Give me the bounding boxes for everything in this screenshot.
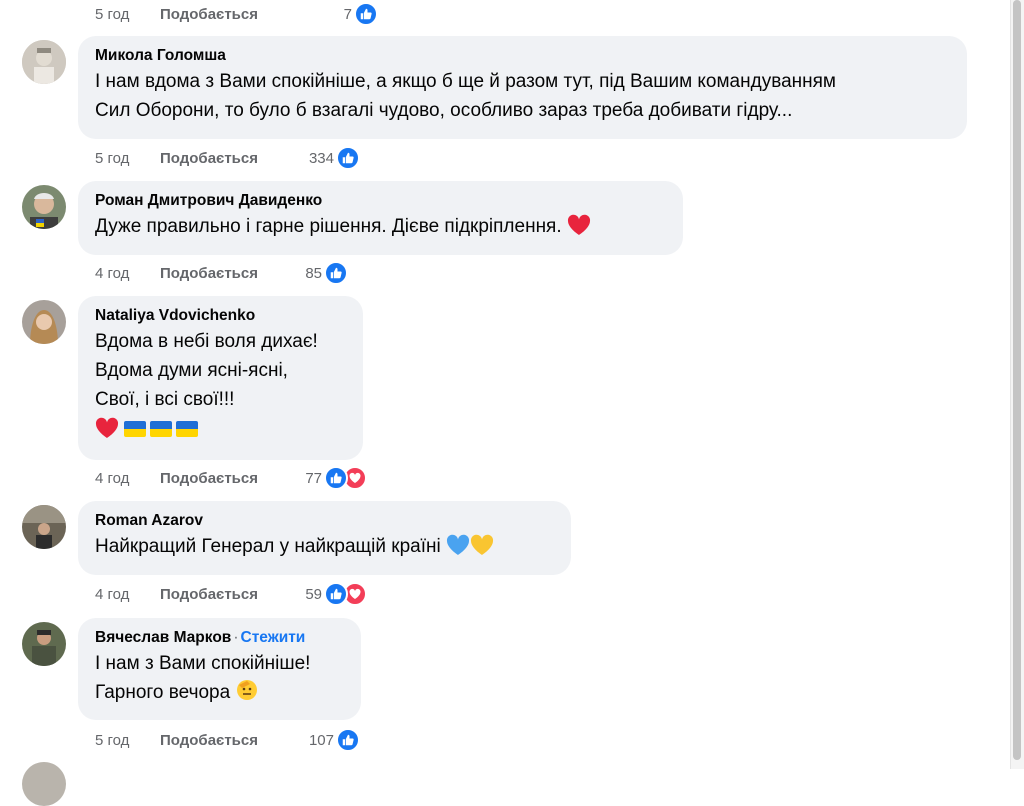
comment-text-line: Вдома в небі воля дихає! — [95, 331, 318, 352]
comment-meta: 5 год Подобається 334 — [95, 144, 360, 172]
reactions[interactable] — [324, 466, 367, 490]
comment-bubble: Roman Azarov Найкращий Генерал у найкращ… — [78, 501, 571, 575]
comment-text-line: І нам вдома з Вами спокійніше, а якщо б … — [95, 71, 836, 92]
comment-meta: 4 год Подобається 85 — [95, 259, 348, 287]
avatar[interactable] — [22, 40, 66, 84]
reaction-count[interactable]: 334 — [300, 150, 334, 167]
reactions[interactable] — [354, 2, 378, 26]
comment-author[interactable]: Nataliya Vdovichenko — [95, 306, 347, 325]
heart-emoji — [567, 214, 591, 245]
comment-author[interactable]: Вячеслав Марков — [95, 629, 231, 646]
like-button[interactable]: Подобається — [160, 732, 300, 749]
comment-bubble: Nataliya Vdovichenko Вдома в небі воля д… — [78, 296, 363, 460]
avatar[interactable] — [22, 505, 66, 549]
comment-time[interactable]: 5 год — [95, 150, 160, 167]
comment-text-line: Сил Оборони, то було б взагалі чудово, о… — [95, 100, 793, 121]
saluting-face-emoji — [235, 678, 259, 711]
reaction-count[interactable]: 107 — [300, 732, 334, 749]
reaction-count[interactable]: 59 — [300, 586, 322, 603]
reaction-count[interactable]: 7 — [300, 6, 352, 23]
like-reaction-icon — [336, 146, 360, 170]
comment-time[interactable]: 4 год — [95, 265, 160, 282]
comment-time[interactable]: 5 год — [95, 6, 160, 23]
comment-meta: 5 год Подобається 107 — [95, 726, 360, 754]
like-reaction-icon — [324, 582, 348, 606]
follow-button[interactable]: Стежити — [241, 629, 306, 646]
yellow-heart-emoji — [470, 534, 494, 565]
comment-author[interactable]: Микола Голомша — [95, 46, 951, 65]
reaction-count[interactable]: 85 — [300, 265, 322, 282]
heart-emoji — [95, 417, 119, 448]
like-reaction-icon — [324, 261, 348, 285]
separator-dot: · — [233, 629, 239, 646]
like-button[interactable]: Подобається — [160, 150, 300, 167]
comment-text-line: Дуже правильно і гарне рішення. Дієве пі… — [95, 216, 562, 237]
comment-bubble: Микола Голомша І нам вдома з Вами спокій… — [78, 36, 967, 139]
like-button[interactable]: Подобається — [160, 265, 300, 282]
blue-heart-emoji — [446, 534, 470, 565]
comment-text-line: Свої, і всі свої!!! — [95, 389, 235, 410]
avatar[interactable] — [22, 622, 66, 666]
comment-time[interactable]: 4 год — [95, 586, 160, 603]
reaction-count[interactable]: 77 — [300, 470, 322, 487]
avatar[interactable] — [22, 185, 66, 229]
comment-text-line: Найкращий Генерал у найкращій країні — [95, 536, 441, 557]
ukraine-flag-emoji — [176, 421, 199, 437]
reactions[interactable] — [324, 261, 348, 285]
scrollbar-thumb[interactable] — [1013, 0, 1021, 760]
comment-text-line: Вдома думи ясні-ясні, — [95, 360, 288, 381]
comment-text-line: Гарного вечора — [95, 682, 231, 703]
comment-text-line: І нам з Вами спокійніше! — [95, 653, 311, 674]
comment-author[interactable]: Роман Дмитрович Давиденко — [95, 191, 667, 210]
comment-meta: 5 год Подобається 7 — [95, 0, 378, 28]
comment-bubble: Роман Дмитрович Давиденко Дуже правильно… — [78, 181, 683, 255]
like-button[interactable]: Подобається — [160, 586, 300, 603]
reactions[interactable] — [336, 146, 360, 170]
like-button[interactable]: Подобається — [160, 470, 300, 487]
avatar[interactable] — [22, 300, 66, 344]
like-button[interactable]: Подобається — [160, 6, 300, 23]
comment-author[interactable]: Roman Azarov — [95, 511, 555, 530]
reactions[interactable] — [336, 728, 360, 752]
ukraine-flag-emoji — [124, 421, 147, 437]
like-reaction-icon — [324, 466, 348, 490]
reactions[interactable] — [324, 582, 367, 606]
comment-meta: 4 год Подобається 59 — [95, 580, 367, 608]
like-reaction-icon — [354, 2, 378, 26]
comment-time[interactable]: 4 год — [95, 470, 160, 487]
like-reaction-icon — [336, 728, 360, 752]
comment-time[interactable]: 5 год — [95, 732, 160, 749]
ukraine-flag-emoji — [150, 421, 173, 437]
comment-meta: 4 год Подобається 77 — [95, 464, 367, 492]
comment-bubble: Вячеслав Марков · Стежити І нам з Вами спо… — [78, 618, 361, 720]
